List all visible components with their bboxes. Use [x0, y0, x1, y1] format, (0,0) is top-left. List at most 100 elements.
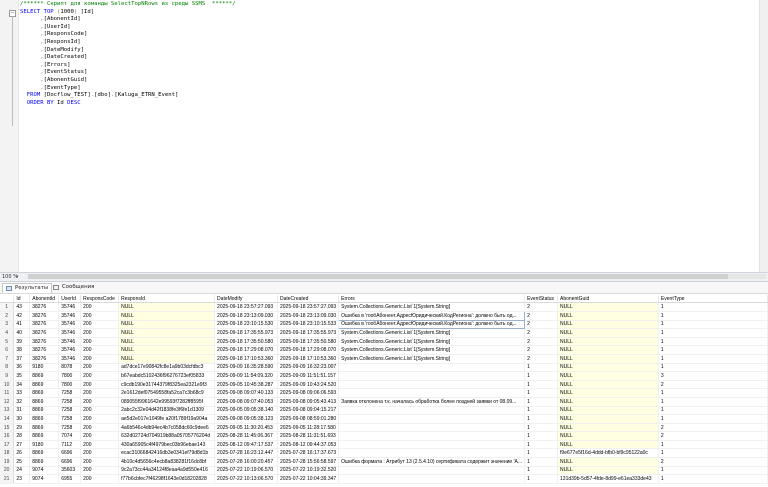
- code-line[interactable]: ,[UserId]: [20, 24, 236, 32]
- table-cell[interactable]: 8869: [29, 388, 60, 398]
- table-cell[interactable]: NULL: [557, 397, 659, 407]
- table-cell[interactable]: [338, 388, 526, 398]
- table-cell[interactable]: ad7dce17e90842fc8e1a9b03dcfdbc3: [118, 363, 216, 373]
- table-cell[interactable]: 9074: [29, 466, 60, 476]
- column-header[interactable]: AbonentGuid: [557, 295, 659, 304]
- table-cell[interactable]: NULL: [557, 371, 659, 381]
- table-cell[interactable]: f77b6cbfec7f46298f1643e0d18202828: [118, 474, 216, 484]
- table-cell[interactable]: ecac31066842416db3e0341ef79d8d1b: [118, 448, 216, 459]
- row-number[interactable]: 11: [0, 388, 15, 398]
- table-cell[interactable]: NULL: [557, 440, 659, 450]
- table-cell[interactable]: 7800: [58, 371, 82, 381]
- table-row[interactable]: 18 26 8869 6696 200 ecac31066842416db3e0341ef…: [0, 448, 768, 459]
- table-row[interactable]: 20 24 9074 35603 200 9c2a73cc44a34124f8eaa4a9…: [0, 466, 768, 476]
- row-number[interactable]: 8: [0, 363, 15, 373]
- table-cell[interactable]: 2025-09-18 23:10:15.530: [214, 320, 278, 330]
- table-cell[interactable]: NULL: [557, 345, 659, 355]
- table-cell[interactable]: 2: [658, 457, 768, 467]
- table-cell[interactable]: 1: [524, 448, 559, 459]
- table-cell[interactable]: 1: [524, 457, 559, 467]
- table-cell[interactable]: NULL: [557, 466, 659, 476]
- table-cell[interactable]: 2: [524, 354, 559, 364]
- table-cell[interactable]: 2025-09-09 16:35:28.590: [214, 363, 278, 373]
- table-cell[interactable]: 35746: [58, 302, 82, 312]
- table-cell[interactable]: NULL: [557, 406, 659, 416]
- table-cell[interactable]: 8869: [29, 397, 60, 407]
- table-cell[interactable]: [338, 423, 526, 433]
- table-cell[interactable]: 2025-08-28 11:31:51.693: [277, 431, 340, 441]
- table-cell[interactable]: 2025-09-18 17:10:53.360: [214, 354, 278, 364]
- table-cell[interactable]: 38276: [29, 302, 60, 312]
- table-cell[interactable]: 200: [80, 311, 120, 321]
- column-header[interactable]: DateCreated: [277, 295, 340, 304]
- table-cell[interactable]: 200: [80, 320, 120, 330]
- table-cell[interactable]: 4b10c4d5656c4ecb8a838281f16dc8bf: [118, 457, 216, 467]
- code-line[interactable]: ,[DateModify]: [20, 47, 236, 55]
- table-cell[interactable]: NULL: [557, 354, 659, 364]
- code-line[interactable]: ,[AbonentId]: [20, 16, 236, 24]
- editor-horizontal-scrollbar[interactable]: [28, 274, 766, 279]
- table-cell[interactable]: System.Collections.Generic.List`1[System…: [338, 345, 526, 355]
- row-number[interactable]: 5: [0, 337, 15, 347]
- table-cell[interactable]: 2025-09-18 17:29:08.070: [214, 345, 278, 355]
- scrollbar-thumb[interactable]: [28, 274, 728, 279]
- table-cell[interactable]: 7258: [58, 397, 82, 407]
- table-cell[interactable]: 38: [13, 345, 31, 355]
- table-cell[interactable]: 38276: [29, 354, 60, 364]
- table-cell[interactable]: 2: [524, 311, 559, 321]
- table-cell[interactable]: 2025-08-12 09:44:37.053: [277, 440, 340, 450]
- table-cell[interactable]: 2025-07-28 16:17:37.673: [277, 448, 340, 459]
- table-cell[interactable]: 2025-09-18 17:35:50.580: [277, 337, 340, 347]
- table-cell[interactable]: 8869: [29, 406, 60, 416]
- table-row[interactable]: 19 25 8869 6696 200 4b10c4d5656c4ecb8a838281f…: [0, 457, 768, 467]
- table-cell[interactable]: 35746: [58, 328, 82, 338]
- table-cell[interactable]: Ошибка в 'root\Абонент.АдресЮридический.…: [338, 319, 526, 330]
- code-line[interactable]: ORDER BY Id DESC: [20, 100, 236, 108]
- editor-vertical-scrollbar[interactable]: [759, 0, 768, 272]
- table-cell[interactable]: 200: [80, 466, 120, 476]
- table-cell[interactable]: Ошибка в 'root\Абонент.АдресЮридический.…: [338, 311, 526, 321]
- table-row[interactable]: 11 33 8869 7258 200 2e1612def07549558fa52ca7c…: [0, 388, 768, 398]
- table-cell[interactable]: b67eabdc5102436f96276723ef05833: [118, 371, 216, 381]
- results-grid[interactable]: Id AbonentId UserId ResponsCode ResponsId Dat…: [0, 295, 768, 487]
- table-cell[interactable]: 1: [524, 363, 559, 373]
- code-line[interactable]: ,[ResponsId]: [20, 39, 236, 47]
- table-cell[interactable]: 1: [524, 388, 559, 398]
- table-cell[interactable]: 6696: [58, 457, 82, 467]
- table-cell[interactable]: NULL: [557, 311, 659, 321]
- table-cell[interactable]: 38276: [29, 337, 60, 347]
- row-number[interactable]: 16: [0, 431, 15, 441]
- table-cell[interactable]: 2025-09-18 23:10:15.533: [277, 320, 340, 330]
- table-cell[interactable]: 2: [524, 302, 559, 312]
- table-cell[interactable]: 2025-09-09 10:43:24.520: [277, 380, 340, 390]
- table-cell[interactable]: [338, 448, 526, 459]
- table-cell[interactable]: 2025-07-22 10:13:06.570: [214, 474, 278, 484]
- table-cell[interactable]: 2025-09-18 23:13:09.030: [277, 311, 340, 321]
- code-line[interactable]: ,[DateCreated]: [20, 54, 236, 62]
- row-number[interactable]: 14: [0, 414, 15, 424]
- table-cell[interactable]: 9c2a73cc44a34124f8eaa4a9d550e416: [118, 466, 216, 476]
- code-line[interactable]: SELECT TOP (1000) [Id]: [20, 9, 236, 17]
- table-cell[interactable]: 28: [13, 431, 31, 441]
- table-cell[interactable]: 1: [658, 320, 768, 330]
- table-cell[interactable]: 6696: [58, 448, 82, 459]
- table-cell[interactable]: 8869: [29, 423, 60, 433]
- table-cell[interactable]: 35746: [58, 337, 82, 347]
- table-cell[interactable]: 2: [524, 345, 559, 355]
- table-cell[interactable]: [338, 440, 526, 450]
- table-cell[interactable]: NULL: [557, 302, 659, 312]
- table-cell[interactable]: 38276: [29, 320, 60, 330]
- code-line[interactable]: ,[EventStatus]: [20, 69, 236, 77]
- table-cell[interactable]: 2025-08-12 09:47:17.537: [214, 440, 278, 450]
- table-cell[interactable]: NULL: [118, 320, 216, 330]
- table-cell[interactable]: NULL: [557, 388, 659, 398]
- row-number[interactable]: 1: [0, 302, 15, 312]
- table-cell[interactable]: 38276: [29, 328, 60, 338]
- table-cell[interactable]: 1: [658, 406, 768, 416]
- table-cell[interactable]: 2: [658, 380, 768, 390]
- table-row[interactable]: 5 39 38276 35746 200 NULL 2025-09-18 17:35:50.…: [0, 337, 768, 347]
- table-cell[interactable]: 2025-09-18 23:57:27.093: [214, 302, 278, 312]
- table-cell[interactable]: Заявка отклонена т.к. началась обработка…: [338, 397, 526, 407]
- table-cell[interactable]: NULL: [118, 345, 216, 355]
- table-row[interactable]: 13 31 8869 7258 200 2abc2c32e04d42f1838fe3f6f…: [0, 406, 768, 416]
